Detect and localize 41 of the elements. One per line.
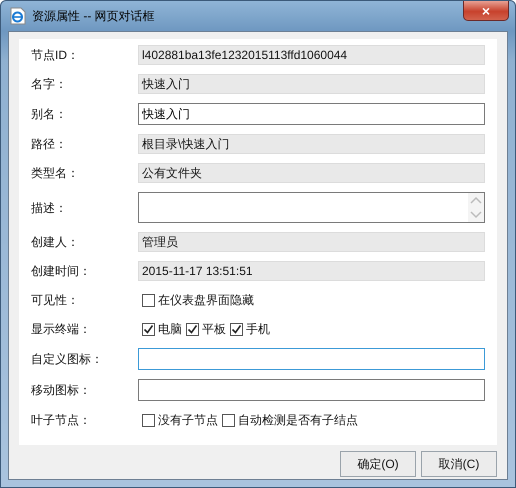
readonly-field: 根目录\快速入门	[138, 134, 485, 154]
field-label: 自定义图标：	[31, 351, 104, 368]
cancel-button[interactable]: 取消(C)	[421, 451, 497, 477]
field-label: 类型名：	[31, 165, 80, 182]
ok-button[interactable]: 确定(O)	[340, 451, 416, 477]
field-label: 可见性：	[31, 292, 80, 309]
field-label: 名字：	[31, 76, 68, 93]
checkbox[interactable]	[142, 322, 155, 336]
field-label: 移动图标：	[31, 382, 92, 399]
readonly-field: l402881ba13fe1232015113ffd1060044	[138, 45, 485, 65]
description-field[interactable]	[138, 192, 485, 223]
field-label: 节点ID：	[31, 47, 80, 64]
readonly-field: 管理员	[138, 232, 485, 252]
checkbox[interactable]	[222, 414, 235, 426]
checkbox[interactable]	[230, 322, 243, 336]
checkbox-label: 平板	[202, 321, 226, 338]
field-label: 描述：	[31, 200, 68, 216]
checkbox[interactable]	[142, 294, 155, 306]
readonly-field: 2015-11-17 13:51:51	[138, 261, 485, 281]
field-label: 叶子节点：	[31, 412, 92, 429]
browser-icon	[10, 7, 26, 25]
checkbox-label: 手机	[246, 321, 270, 338]
field-label: 路径：	[31, 136, 68, 153]
field-label: 创建时间：	[31, 263, 92, 280]
scroll-arrows-icon	[468, 193, 484, 222]
checkbox-label: 在仪表盘界面隐藏	[158, 292, 254, 309]
field-label: 创建人：	[31, 234, 80, 251]
checkbox-label: 自动检测是否有子结点	[238, 412, 358, 429]
readonly-field: 快速入门	[138, 74, 485, 94]
checkbox-label: 没有子节点	[158, 412, 218, 429]
input-field[interactable]	[138, 379, 485, 401]
checkbox-label: 电脑	[158, 321, 182, 338]
input-field[interactable]: 快速入门	[138, 103, 485, 125]
window-title: 资源属性 -- 网页对话框	[32, 8, 155, 25]
checkbox[interactable]	[142, 414, 155, 426]
field-label: 别名：	[31, 106, 68, 123]
checkbox[interactable]	[186, 322, 199, 336]
close-button[interactable]: ×	[463, 1, 509, 21]
input-field[interactable]	[138, 348, 485, 370]
readonly-field: 公有文件夹	[138, 163, 485, 183]
field-label: 显示终端：	[31, 321, 92, 338]
